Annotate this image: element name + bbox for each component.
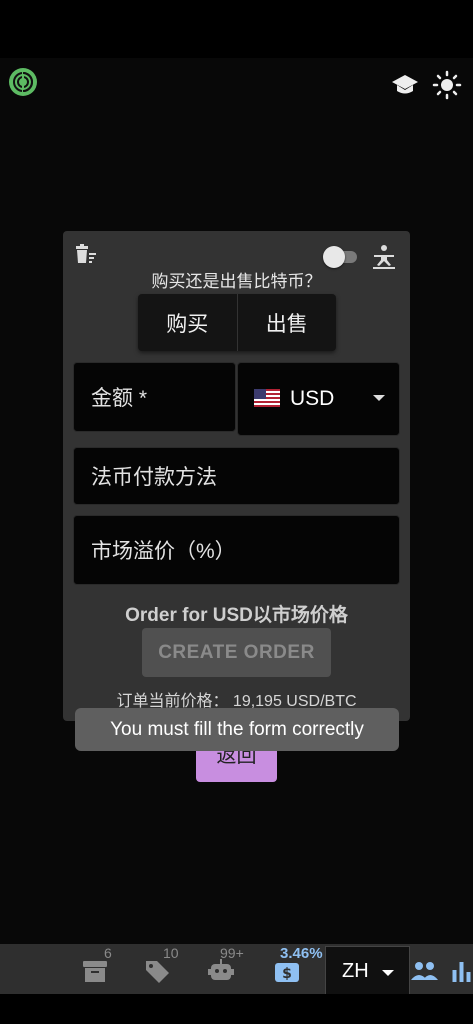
tor-onion-icon[interactable]: [9, 68, 37, 96]
language-select[interactable]: ZH: [325, 946, 410, 994]
us-flag-icon: [254, 389, 280, 407]
payment-placeholder: 法币付款方法: [91, 466, 217, 489]
payment-method-field[interactable]: 法币付款方法: [73, 447, 400, 505]
archive-badge: 6: [104, 945, 112, 961]
sun-icon[interactable]: [432, 70, 462, 100]
dropdown-arrow-icon: [382, 970, 394, 976]
exchange-percentage: 3.46%: [280, 945, 323, 962]
sell-button[interactable]: 出售: [236, 294, 337, 351]
clear-icon[interactable]: [73, 241, 99, 267]
buy-sell-question: 购买还是出售比特币？: [151, 272, 322, 291]
tag-icon[interactable]: [143, 958, 171, 984]
robot-badge: 99+: [220, 945, 244, 961]
toggle-switch[interactable]: [323, 246, 357, 268]
dropdown-arrow-icon: [373, 395, 385, 401]
buy-button[interactable]: 购买: [138, 294, 237, 351]
order-summary-text: Order for USD以市场价格: [125, 605, 348, 626]
make-order-card: 购买还是出售比特币？ 购买 出售 金额 * USD 法币付款方法 市场溢价（%）…: [63, 231, 410, 721]
people-icon[interactable]: [410, 958, 438, 984]
premium-placeholder: 市场溢价（%）: [91, 540, 236, 563]
status-bar: [0, 0, 473, 58]
language-code: ZH: [342, 960, 369, 982]
premium-field[interactable]: 市场溢价（%）: [73, 515, 400, 585]
currency-select[interactable]: USD: [237, 362, 400, 436]
currency-code: USD: [290, 387, 335, 410]
bar-chart-icon[interactable]: [448, 958, 473, 984]
archive-icon[interactable]: [81, 958, 109, 984]
create-order-button[interactable]: CREATE ORDER: [142, 628, 331, 677]
toggle-thumb: [323, 246, 345, 268]
svg-text:$: $: [282, 966, 292, 982]
tags-badge: 10: [163, 945, 179, 961]
navigation-bar: [0, 994, 473, 1024]
error-toast: You must fill the form correctly: [75, 708, 399, 751]
robot-icon[interactable]: [207, 958, 235, 984]
amount-placeholder: 金额 *: [91, 387, 148, 410]
buy-sell-toggle-group: 购买 出售: [138, 294, 336, 351]
school-icon[interactable]: [390, 70, 420, 100]
bottom-bar: 6 10 99+ $ 3.46% ZH: [0, 944, 473, 994]
amount-field[interactable]: 金额 *: [73, 362, 236, 432]
